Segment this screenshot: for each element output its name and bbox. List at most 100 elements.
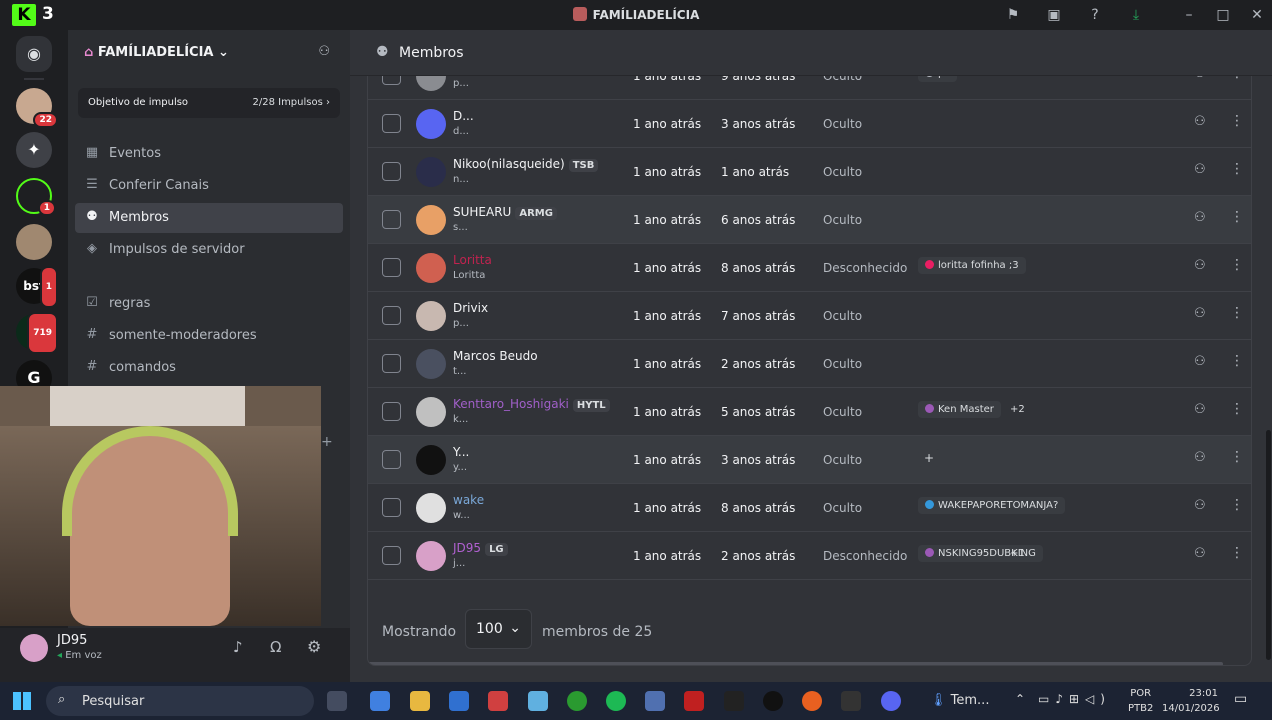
view-profile-icon[interactable]: ⚇ <box>1194 258 1206 273</box>
role-chip[interactable]: Ken Master <box>918 401 1001 418</box>
avatar[interactable] <box>416 445 446 475</box>
more-roles-count[interactable]: +2 <box>1010 404 1025 415</box>
member-checkbox[interactable] <box>382 306 401 325</box>
more-options-icon[interactable]: ⋮ <box>1230 497 1244 513</box>
xbox-icon[interactable] <box>567 691 587 711</box>
member-name[interactable]: Y... <box>453 445 469 459</box>
server-icon-3[interactable]: 1 <box>16 178 56 216</box>
download-icon[interactable]: ⤓ <box>1127 6 1145 24</box>
view-profile-icon[interactable]: ⚇ <box>1194 546 1206 561</box>
nav-server-boosts[interactable]: ◈ Impulsos de servidor <box>75 235 343 265</box>
discord-taskbar-icon[interactable] <box>881 691 901 711</box>
member-name[interactable]: Drivix <box>453 301 488 315</box>
more-options-icon[interactable]: ⋮ <box>1230 257 1244 273</box>
more-options-icon[interactable]: ⋮ <box>1230 113 1244 129</box>
vertical-scrollbar[interactable] <box>1266 430 1271 660</box>
member-checkbox[interactable] <box>382 162 401 181</box>
add-member-icon[interactable]: ⚇ <box>318 44 330 59</box>
server-icon-1[interactable]: 22 <box>16 88 58 128</box>
remote-icon[interactable] <box>645 691 665 711</box>
more-options-icon[interactable]: ⋮ <box>1230 353 1244 369</box>
member-checkbox[interactable] <box>382 546 401 565</box>
server-icon-4[interactable] <box>16 224 52 260</box>
view-profile-icon[interactable]: ⚇ <box>1194 402 1206 417</box>
more-options-icon[interactable]: ⋮ <box>1230 449 1244 465</box>
avatar[interactable] <box>416 301 446 331</box>
weather-widget[interactable]: 🌡 Tem... <box>930 693 989 708</box>
headphones-icon[interactable]: Ω <box>270 638 281 656</box>
media-icon[interactable] <box>488 691 508 711</box>
member-name[interactable]: wake <box>453 493 484 507</box>
amazon-games-icon[interactable] <box>724 691 744 711</box>
minimize-icon[interactable]: – <box>1180 6 1198 24</box>
avatar[interactable] <box>20 634 48 662</box>
channel-rules[interactable]: ☑ regras <box>75 289 343 319</box>
add-role-button[interactable]: + <box>918 449 941 467</box>
member-row[interactable]: Nikoo(nilasqueide) TSB n... 1 ano atrás 1 an… <box>368 148 1251 196</box>
member-name[interactable]: JD95 LG <box>453 541 508 556</box>
member-name[interactable]: Marcos Beudo <box>453 349 538 363</box>
nav-browse-channels[interactable]: ☰ Conferir Canais <box>75 171 343 201</box>
avatar[interactable] <box>416 397 446 427</box>
inbox-icon[interactable]: ▣ <box>1045 6 1063 24</box>
taskbar-search[interactable]: ⌕ Pesquisar <box>46 686 314 716</box>
member-row[interactable]: D... d... 1 ano atrás 3 anos atrás Oculto ⚇ ⋮ <box>368 100 1251 148</box>
boost-goal[interactable]: Objetivo de impulso 2/28 Impulsos › <box>78 88 340 118</box>
member-checkbox[interactable] <box>382 114 401 133</box>
member-row[interactable]: wake w... 1 ano atrás 8 anos atrás Oculto WAK… <box>368 484 1251 532</box>
member-name[interactable]: Nikoo(nilasqueide) TSB <box>453 157 599 172</box>
tray-icons[interactable]: ▭♪⊞◁) <box>1038 692 1111 706</box>
member-checkbox[interactable] <box>382 354 401 373</box>
nav-members[interactable]: ⚉ Membros <box>75 203 343 233</box>
member-row[interactable]: Marcos Beudo t... 1 ano atrás 2 anos atrás O… <box>368 340 1251 388</box>
firefox-icon[interactable] <box>802 691 822 711</box>
channel-commands[interactable]: # comandos <box>75 353 343 383</box>
member-row[interactable]: Drivix p... 1 ano atrás 7 anos atrás Oculto ⚇… <box>368 292 1251 340</box>
more-options-icon[interactable]: ⋮ <box>1230 401 1244 417</box>
more-options-icon[interactable]: ⋮ <box>1230 305 1244 321</box>
member-row[interactable]: Y... y... 1 ano atrás 3 anos atrás Oculto + ⚇ ⋮ <box>368 436 1251 484</box>
more-roles-count[interactable]: +1 <box>1010 548 1025 559</box>
avatar[interactable] <box>416 157 446 187</box>
channel-moderators[interactable]: # somente-moderadores <box>75 321 343 351</box>
epic-games-icon[interactable] <box>841 691 861 711</box>
avatar[interactable] <box>416 205 446 235</box>
member-name[interactable]: Loritta <box>453 253 492 267</box>
member-checkbox[interactable] <box>382 450 401 469</box>
server-icon-5[interactable]: bst 1 <box>16 266 58 308</box>
avatar[interactable] <box>416 349 446 379</box>
view-profile-icon[interactable]: ⚇ <box>1194 76 1206 81</box>
view-profile-icon[interactable]: ⚇ <box>1194 354 1206 369</box>
settings-gear-icon[interactable]: ⚙ <box>307 637 321 656</box>
notes-icon[interactable] <box>528 691 548 711</box>
store-icon[interactable] <box>449 691 469 711</box>
speedtest-icon[interactable] <box>763 691 783 711</box>
nav-events[interactable]: ▦ Eventos <box>75 139 343 169</box>
spotify-icon[interactable] <box>606 691 626 711</box>
page-size-select[interactable]: 100 ⌄ <box>465 609 532 649</box>
avatar[interactable] <box>416 541 446 571</box>
microphone-icon[interactable]: ♪ <box>233 638 243 656</box>
role-chip[interactable]: loritta fofinha ;3 <box>918 257 1026 274</box>
view-profile-icon[interactable]: ⚇ <box>1194 162 1206 177</box>
avatar[interactable] <box>416 253 446 283</box>
member-row[interactable]: Loritta Loritta 1 ano atrás 8 anos atrás Des… <box>368 244 1251 292</box>
maximize-icon[interactable]: □ <box>1214 6 1232 24</box>
server-icon-6[interactable]: ▲719 <box>16 312 58 354</box>
avatar[interactable] <box>416 493 446 523</box>
member-name[interactable]: SUHEARU ARMG <box>453 205 557 220</box>
view-profile-icon[interactable]: ⚇ <box>1194 450 1206 465</box>
server-header[interactable]: ⌂ FAMÍLIADELÍCIA ⌄ ⚇ <box>68 30 350 76</box>
member-checkbox[interactable] <box>382 402 401 421</box>
view-profile-icon[interactable]: ⚇ <box>1194 210 1206 225</box>
avatar[interactable] <box>416 76 446 91</box>
task-view-icon[interactable] <box>327 691 347 711</box>
member-checkbox[interactable] <box>382 258 401 277</box>
member-row[interactable]: p... 1 ano atrás 9 anos atrás Oculto po ⚇ ⋮ <box>368 76 1251 100</box>
copilot-icon[interactable] <box>370 691 390 711</box>
language-indicator[interactable]: POR PTB2 <box>1128 686 1153 716</box>
member-row[interactable]: JD95 LG j... 1 ano atrás 2 anos atrás Desconh… <box>368 532 1251 580</box>
member-checkbox[interactable] <box>382 76 401 85</box>
view-profile-icon[interactable]: ⚇ <box>1194 498 1206 513</box>
tray-chevron-icon[interactable]: ⌃ <box>1015 692 1025 706</box>
